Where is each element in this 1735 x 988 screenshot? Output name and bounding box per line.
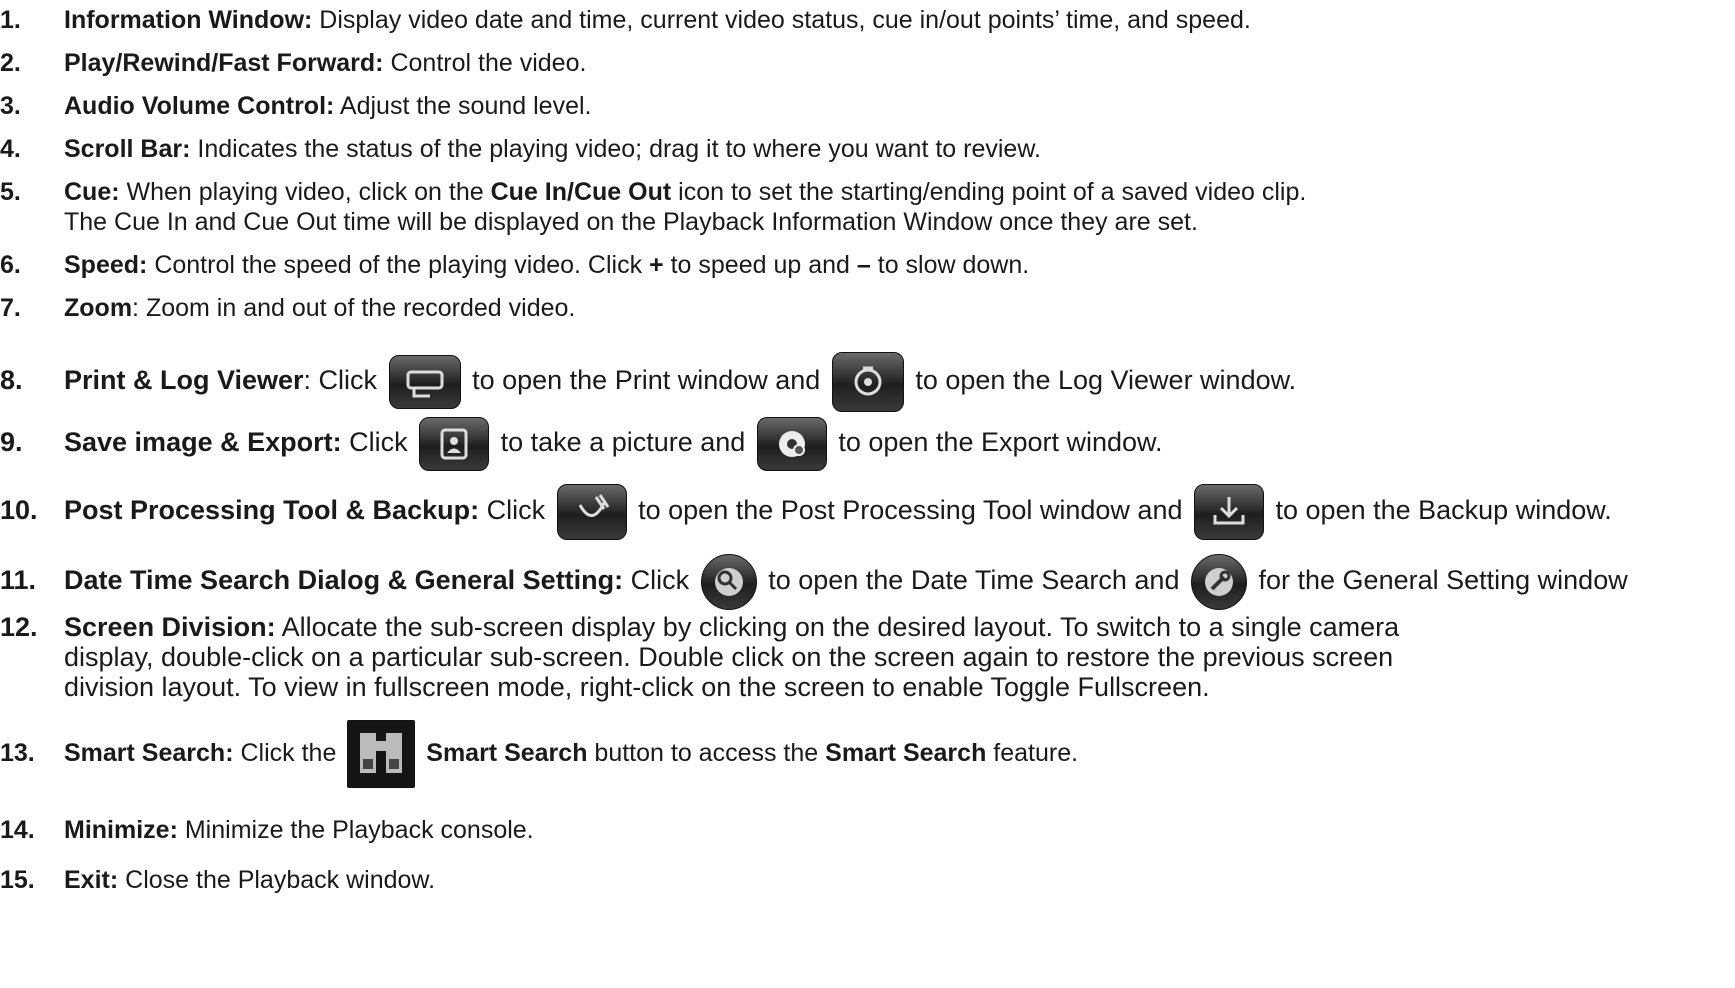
item-text: to slow down. [877,251,1030,279]
item-text: to speed up and [670,251,850,279]
item-text: Adjust the sound level. [339,92,592,120]
item-text: Control the video. [390,49,587,77]
item-text: Click [349,427,408,457]
item-text: to open the Print window and [472,365,821,395]
general-setting-icon[interactable] [1190,553,1247,610]
item-number: 3. [0,92,21,120]
item-text: Click the [240,739,337,767]
plus-symbol: + [649,251,664,279]
item-title: Minimize: [64,816,178,844]
item-text: button to access the [594,739,819,767]
item-number: 12. [0,612,38,642]
date-time-search-icon[interactable] [700,553,757,610]
item-text: Minimize the Playback console. [184,816,534,844]
item-text: Click [630,565,690,595]
minus-symbol: – [856,251,871,279]
item-title: Save image & Export: [64,427,342,457]
item-text: Display video date and time, current vid… [319,6,1251,34]
item-text: to open the Backup window. [1275,495,1612,525]
item-text: Control the speed of the playing video. … [154,251,643,279]
item-title: Smart Search: [64,739,234,767]
item-number: 14. [0,816,35,844]
item-title: Scroll Bar: [64,135,191,163]
item-text-line-2: display, double-click on a particular su… [64,642,1394,672]
item-number: 8. [0,365,23,395]
item-text-line-3: division layout. To view in fullscreen m… [64,672,1210,702]
item-number: 13. [0,739,35,767]
item-number: 9. [0,427,23,457]
item-title: Information Window: [64,6,313,34]
item-text-line-2: The Cue In and Cue Out time will be disp… [64,208,1198,236]
smart-search-label: Smart Search [426,739,588,767]
item-text: feature. [993,739,1079,767]
printer-icon[interactable] [388,354,461,409]
item-number: 2. [0,49,21,77]
log-viewer-icon[interactable] [831,351,904,412]
item-text: to open the Log Viewer window. [915,365,1297,395]
item-text: Click [486,495,546,525]
export-icon[interactable] [756,416,827,471]
save-image-icon[interactable] [419,416,490,471]
item-title: Zoom [64,294,133,322]
item-text: Close the Playback window. [125,866,436,894]
item-title: Audio Volume Control: [64,92,335,120]
item-text: : Click [303,365,378,395]
smart-search-label: Smart Search [825,739,987,767]
item-title: Date Time Search Dialog & General Settin… [64,565,624,595]
item-title: Screen Division: [64,612,276,642]
item-title: Play/Rewind/Fast Forward: [64,49,384,77]
cue-in-out-label: Cue In/Cue Out [490,178,672,206]
item-title: Post Processing Tool & Backup: [64,495,480,525]
item-number: 4. [0,135,21,163]
post-processing-icon[interactable] [556,483,627,540]
item-text: : Zoom in and out of the recorded video. [132,294,576,322]
item-number: 11. [0,565,37,595]
item-text: When playing video, click on the [126,178,484,206]
item-number: 1. [0,6,21,34]
item-title: Exit: [64,866,119,894]
item-number: 6. [0,251,21,279]
item-text: Allocate the sub-screen display by click… [281,612,1400,642]
backup-icon[interactable] [1194,483,1264,540]
item-number: 5. [0,178,21,206]
item-text: for the General Setting window [1258,565,1628,595]
item-text: Indicates the status of the playing vide… [197,135,1041,163]
item-number: 15. [0,866,35,894]
item-title: Speed: [64,251,148,279]
item-text: to open the Post Processing Tool window … [638,495,1183,525]
binoculars-icon[interactable] [347,720,416,789]
item-text: to take a picture and [500,427,746,457]
item-number: 7. [0,294,21,322]
item-title: Cue: [64,178,120,206]
item-text: to open the Date Time Search and [768,565,1180,595]
item-text: to open the Export window. [838,427,1163,457]
item-title: Print & Log Viewer [64,365,304,395]
item-text: icon to set the starting/ending point of… [678,178,1307,206]
item-number: 10. [0,495,38,525]
